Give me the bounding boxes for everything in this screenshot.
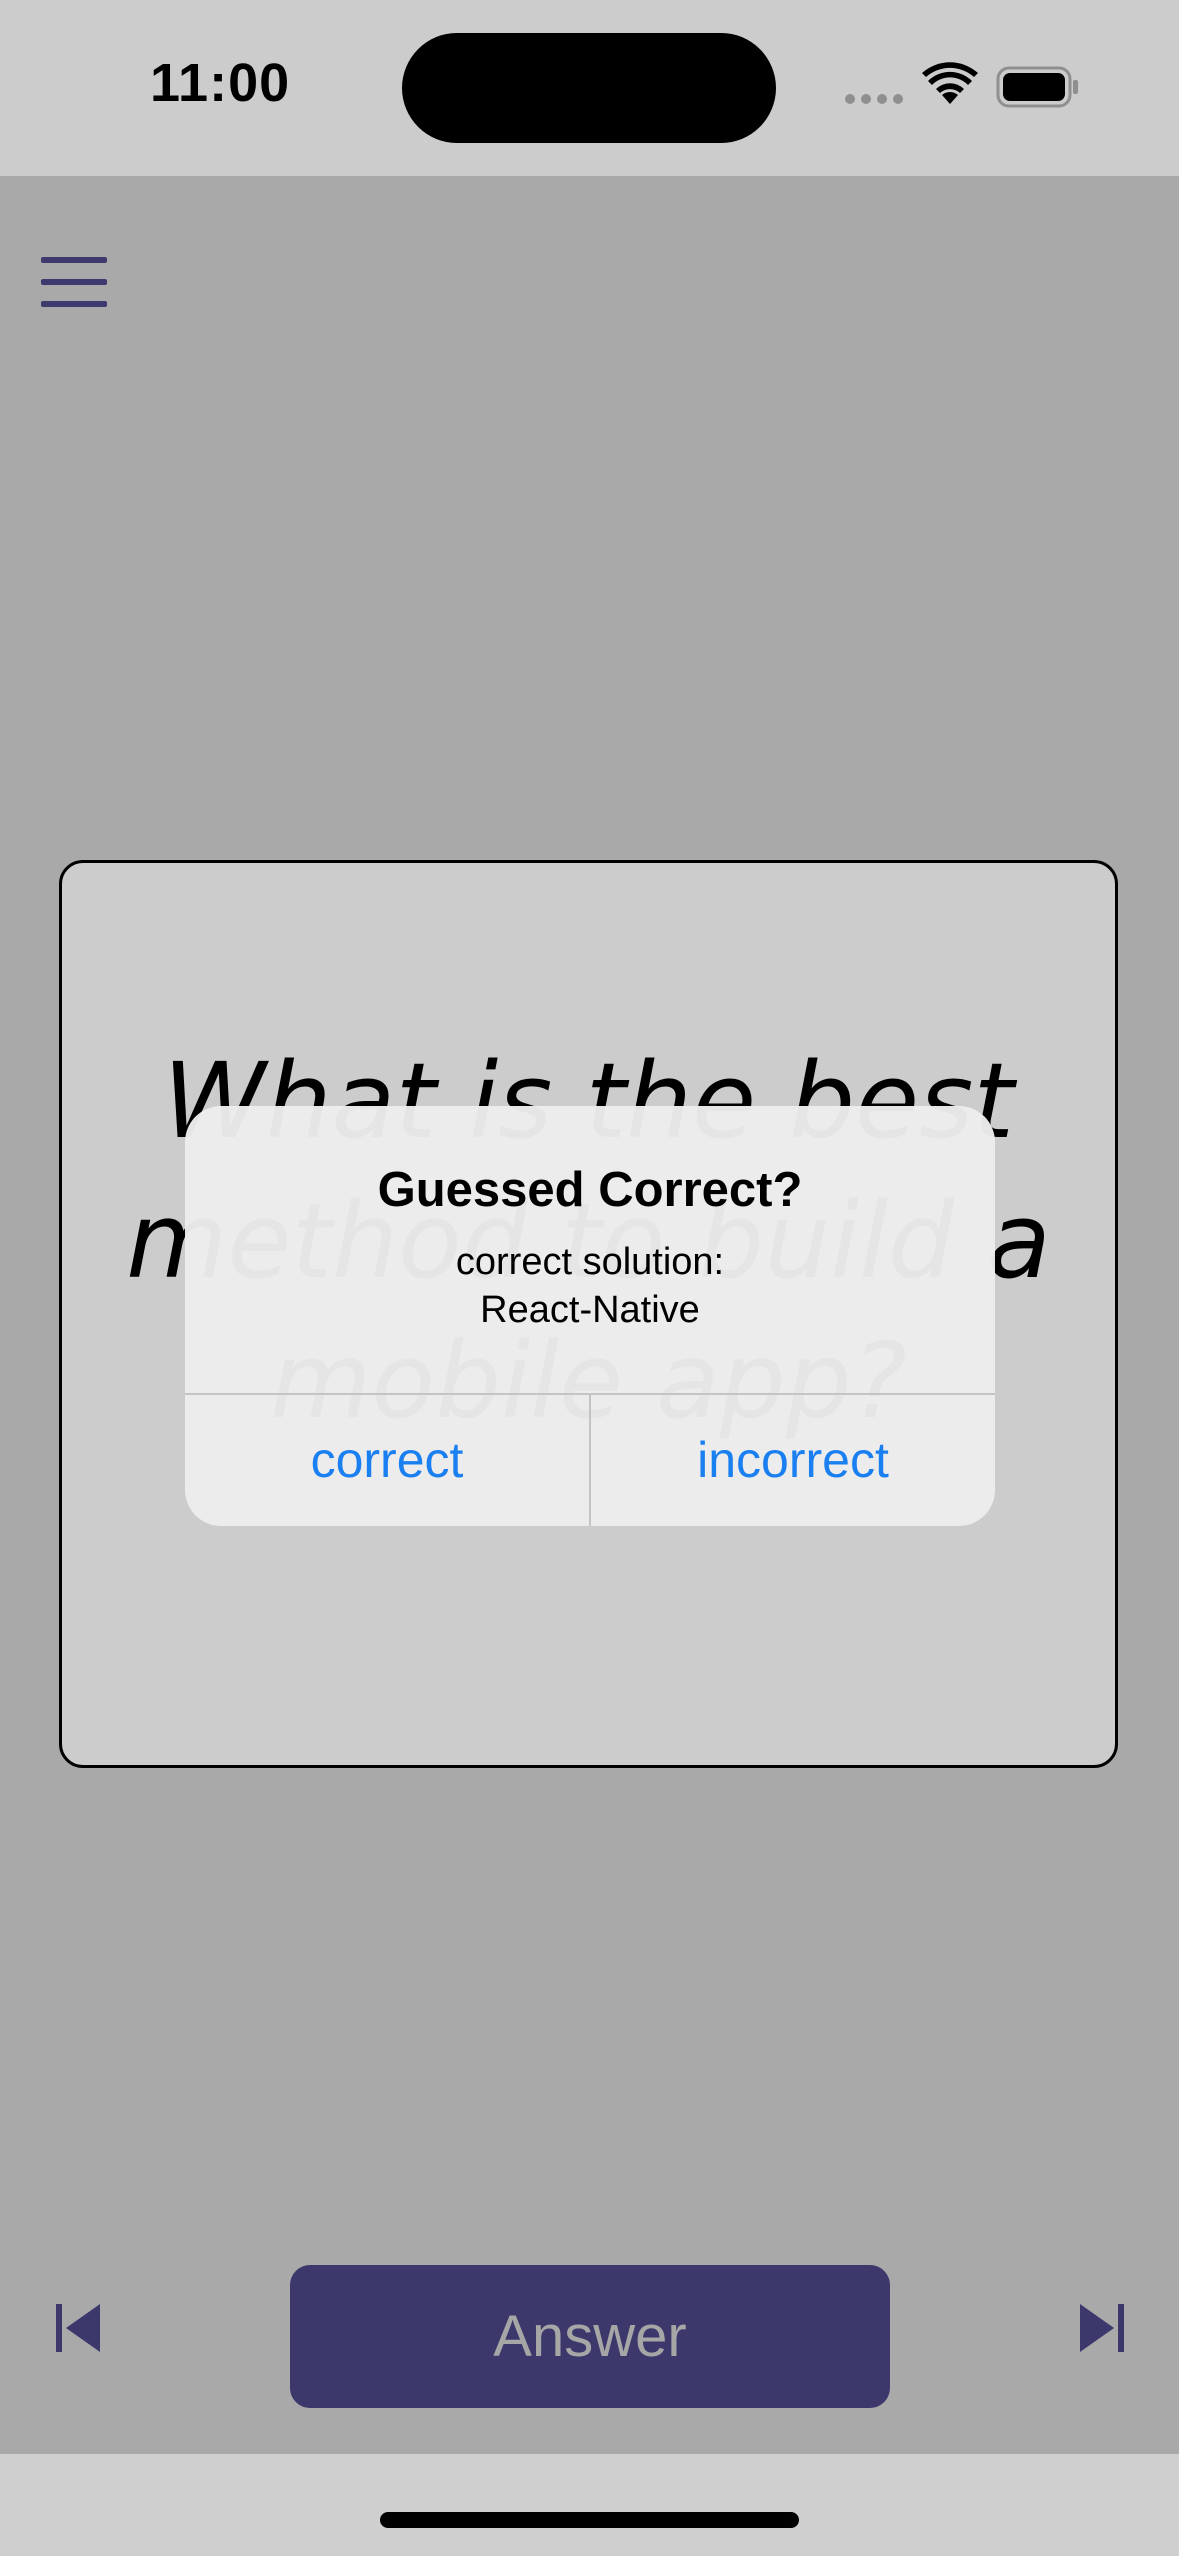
correct-button[interactable]: correct (185, 1395, 589, 1526)
status-bar: 11:00 (0, 0, 1179, 176)
alert-title: Guessed Correct? (377, 1163, 803, 1217)
dynamic-island (402, 33, 776, 143)
alert-solution: React-Native (480, 1289, 700, 1331)
skip-next-icon[interactable] (1076, 2300, 1128, 2356)
wifi-icon (922, 62, 978, 104)
answer-button[interactable]: Answer (290, 2265, 890, 2408)
alert-dialog: Guessed Correct? correct solution: React… (185, 1106, 995, 1526)
cellular-signal-icon (845, 94, 903, 104)
hamburger-menu-icon[interactable] (38, 254, 112, 310)
battery-icon (996, 66, 1078, 108)
incorrect-button[interactable]: incorrect (591, 1395, 995, 1526)
skip-previous-icon[interactable] (52, 2300, 104, 2356)
home-indicator[interactable] (380, 2512, 799, 2528)
alert-message-label: correct solution: (455, 1241, 725, 1283)
status-time: 11:00 (150, 53, 291, 113)
alert-message: correct solution: React-Native (185, 1238, 995, 1334)
